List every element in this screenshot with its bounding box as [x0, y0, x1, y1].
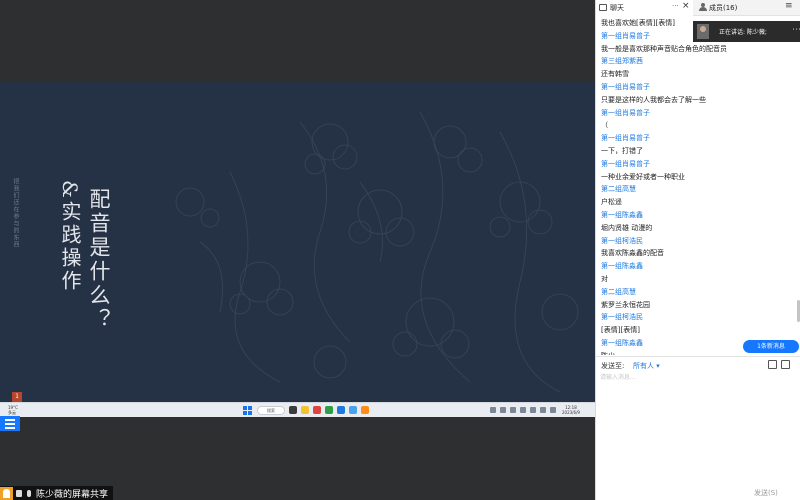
windows-start-icon[interactable]	[243, 406, 252, 415]
slide-subtitle: &实践操作	[58, 180, 82, 293]
chat-sender-name[interactable]: 第一组肖易曾子	[596, 158, 800, 171]
chat-message-text: 还有韩雪	[601, 70, 629, 79]
send-button[interactable]: 发送(S)	[754, 488, 778, 498]
more-options-icon[interactable]: ···	[672, 2, 679, 10]
send-to-dropdown[interactable]: 所有人 ▾	[633, 361, 660, 371]
system-tray	[490, 407, 556, 413]
chat-message-text: 对	[601, 274, 608, 283]
chat-sender-name[interactable]: 第一组肖易曾子	[596, 107, 800, 120]
close-icon[interactable]: ×	[682, 1, 690, 11]
screen-share-label: 陈少薇的屏幕共享	[36, 489, 109, 500]
chat-message-text: 堀内贤雄 动漫的	[601, 223, 653, 232]
speaker-menu-icon[interactable]: ⋯	[792, 25, 800, 35]
tab-chat[interactable]: 聊天 ··· ×	[596, 0, 693, 16]
chat-sender-name[interactable]: 第一组陈淼鑫	[596, 209, 800, 222]
chat-sender-name[interactable]: 第一组柯浩民	[596, 235, 800, 248]
chat-message-text: 我一般是喜欢那种声音贴合角色的配音员	[601, 44, 727, 53]
app-icon[interactable]	[361, 406, 369, 414]
tray-icon[interactable]	[510, 407, 516, 413]
task-view-icon[interactable]	[289, 406, 297, 414]
send-to-value: 所有人	[633, 362, 654, 370]
slide-side-note: 把我们还在参与的东西	[12, 178, 19, 248]
chat-sender-name[interactable]: 第一组肖易曾子	[596, 81, 800, 94]
speaker-indicator: 正在讲话: 陈少薇; ⋯	[693, 21, 800, 42]
chat-message-text: 户松遥	[601, 198, 622, 207]
shared-screen-area: 把我们还在参与的东西 &实践操作 配音是什么？ 1 19°C 多云 搜索 12:…	[0, 0, 595, 500]
file-upload-icon[interactable]	[768, 360, 777, 369]
tray-icon[interactable]	[530, 407, 536, 413]
chat-panel: 聊天 ··· × 成员(16) ≡ 我也喜欢她[表情][表情] 第一组肖易曾子 我一…	[595, 0, 800, 500]
chat-sender-name[interactable]: 第二组高慧	[596, 183, 800, 196]
windows-taskbar: 19°C 多云 搜索 12:18 2023/6/9	[0, 402, 595, 417]
chat-message-input[interactable]	[600, 372, 796, 482]
chat-message-text: 一下，打错了	[601, 146, 643, 155]
chat-sender-name[interactable]: 第一组柯浩民	[596, 311, 800, 324]
tray-icon[interactable]	[550, 407, 556, 413]
weather-widget[interactable]: 19°C 多云	[8, 405, 18, 415]
panel-menu-icon[interactable]: ≡	[785, 1, 793, 11]
send-to-label: 发送至:	[601, 362, 625, 370]
slide-page-badge: 1	[12, 392, 22, 402]
panel-tabs: 聊天 ··· × 成员(16) ≡	[596, 0, 800, 16]
screen-share-icon	[14, 487, 24, 500]
taskbar-clock[interactable]: 12:18 2023/6/9	[562, 405, 580, 415]
weather-desc: 多云	[8, 410, 16, 415]
microphone-icon[interactable]	[24, 487, 34, 500]
chat-message-text: （	[601, 121, 608, 130]
tab-members[interactable]: 成员(16) ≡	[693, 0, 800, 16]
tray-icon[interactable]	[540, 407, 546, 413]
wps-icon[interactable]	[313, 406, 321, 414]
new-message-label: 1条新消息	[757, 343, 785, 350]
chat-message-text: 我喜欢陈淼鑫的配音	[601, 249, 664, 258]
chat-tools	[768, 360, 790, 369]
slide-title: 配音是什么？	[87, 188, 111, 332]
tray-icon[interactable]	[490, 407, 496, 413]
file-explorer-icon[interactable]	[301, 406, 309, 414]
chat-message-list[interactable]: 我也喜欢她[表情][表情] 第一组肖易曾子 我一般是喜欢那种声音贴合角色的配音员 第三…	[596, 17, 800, 355]
tray-icon[interactable]	[500, 407, 506, 413]
tab-members-label: 成员(16)	[709, 4, 738, 12]
chat-message-text: 紫罗兰永恒花园	[601, 300, 650, 309]
screen-share-status: 陈少薇的屏幕共享	[0, 486, 114, 500]
chat-sender-name[interactable]: 第一组肖易曾子	[596, 132, 800, 145]
chat-sender-name[interactable]: 第一组陈淼鑫	[596, 260, 800, 273]
chat-message-text: 一种业余爱好或者一种职业	[601, 172, 685, 181]
send-target-row: 发送至: 所有人 ▾	[596, 356, 800, 372]
new-message-button[interactable]: 1条新消息	[743, 340, 799, 353]
chat-settings-icon[interactable]	[781, 360, 790, 369]
clock-date: 2023/6/9	[562, 410, 580, 415]
tray-icon[interactable]	[520, 407, 526, 413]
wechat-icon[interactable]	[325, 406, 333, 414]
speaker-text: 正在讲话: 陈少薇;	[719, 29, 767, 36]
speaker-avatar	[697, 24, 709, 39]
chat-bubble-icon	[599, 4, 607, 11]
browser-icon[interactable]	[337, 406, 345, 414]
meeting-app-icon[interactable]	[349, 406, 357, 414]
chat-message-text: [表情][表情]	[601, 326, 640, 335]
menu-icon[interactable]	[0, 416, 20, 431]
taskbar-search-box[interactable]: 搜索	[257, 406, 285, 415]
chat-message-text: 只要是这样的人我都会去了解一些	[601, 95, 706, 104]
chat-sender-name[interactable]: 第二组高慧	[596, 286, 800, 299]
chat-sender-name[interactable]: 第三组郑紫茜	[596, 55, 800, 68]
presentation-slide: 把我们还在参与的东西 &实践操作 配音是什么？ 1	[0, 82, 595, 402]
taskbar-apps	[289, 406, 369, 414]
members-icon	[699, 3, 707, 11]
user-avatar-icon	[0, 486, 13, 500]
tab-chat-label: 聊天	[610, 4, 624, 12]
